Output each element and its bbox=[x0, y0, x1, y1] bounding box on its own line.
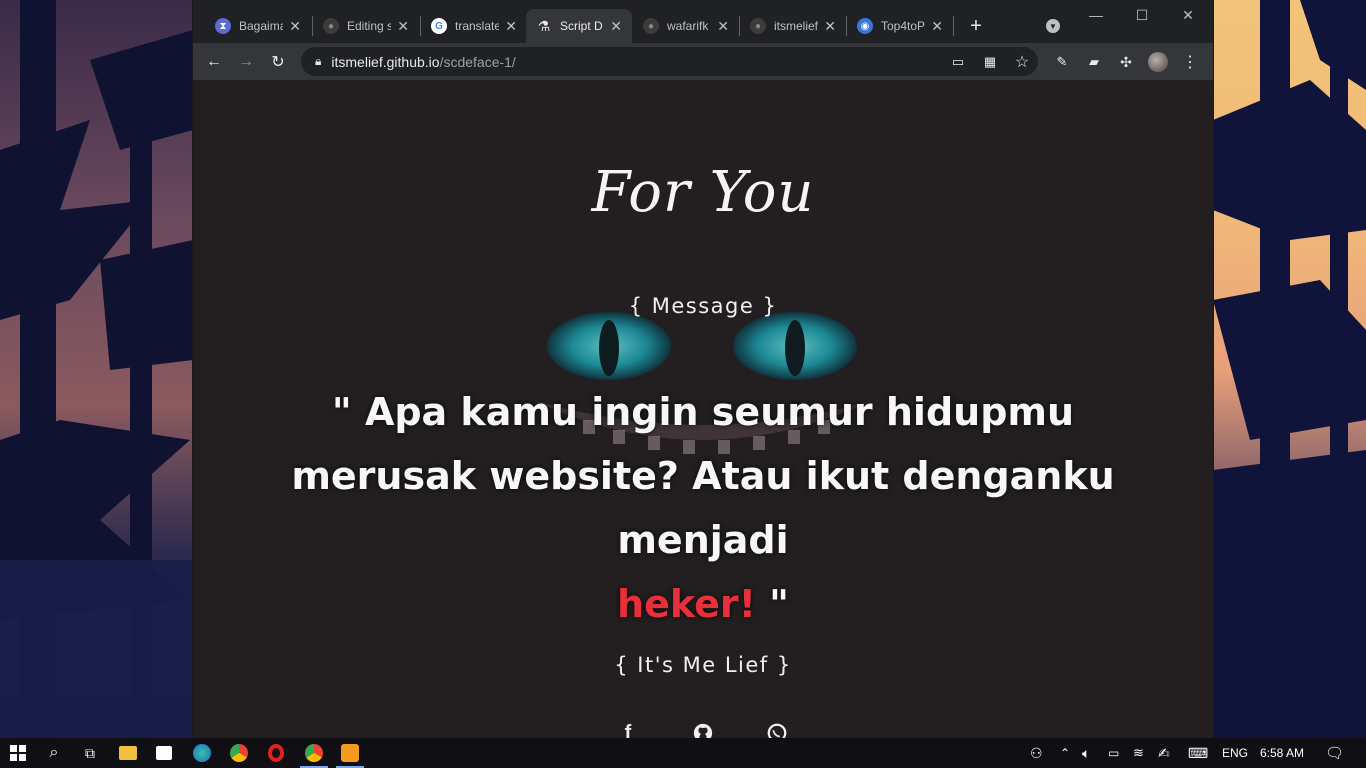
volume-icon[interactable]: 🔈︎ bbox=[1082, 738, 1090, 768]
signature-label: { It's Me Lief } bbox=[614, 653, 792, 677]
avatar[interactable] bbox=[1145, 49, 1171, 75]
edge-icon[interactable] bbox=[184, 738, 220, 768]
wifi-icon[interactable]: ≋ bbox=[1133, 738, 1144, 768]
tab-5[interactable]: ● itsmelief ✕ bbox=[740, 9, 846, 43]
chrome-icon[interactable] bbox=[221, 738, 257, 768]
tab-2[interactable]: G translate ✕ bbox=[421, 9, 527, 43]
close-icon[interactable]: ✕ bbox=[717, 18, 729, 35]
close-icon[interactable]: ✕ bbox=[397, 18, 409, 35]
script-icon: ⚗ bbox=[537, 17, 551, 34]
github-icon: ● bbox=[750, 18, 766, 34]
maximize-button[interactable]: ☐ bbox=[1119, 0, 1165, 30]
task-view-icon[interactable]: ⧉ bbox=[72, 738, 108, 768]
close-icon[interactable]: ✕ bbox=[824, 18, 836, 35]
tab-title: Top4toP bbox=[881, 19, 926, 33]
qr-code-icon[interactable]: ▦ bbox=[977, 49, 1003, 75]
tab-title: translate bbox=[455, 19, 500, 33]
minimize-button[interactable]: — bbox=[1073, 0, 1119, 30]
close-icon[interactable]: ✕ bbox=[931, 18, 943, 35]
windows-taskbar: ⌕ ⧉ ⚇ ⌃ 🔈︎ ▭ ≋ ✍︎ ⌨︎ ENG 6:58 AM 🗨︎ bbox=[0, 738, 1366, 768]
battery-icon[interactable]: ▭ bbox=[1108, 738, 1119, 768]
chevron-up-icon[interactable]: ⌃ bbox=[1060, 738, 1070, 768]
pen-icon[interactable]: ✍︎ bbox=[1158, 738, 1170, 768]
chevron-down-icon: ▼ bbox=[1046, 19, 1060, 33]
tab-strip: ⧗ Bagaima ✕ ● Editing s ✕ G translate ✕ … bbox=[193, 0, 1213, 43]
page-title: For You bbox=[591, 160, 815, 225]
sublime-text-icon[interactable] bbox=[332, 738, 368, 768]
more-menu-icon[interactable]: ⋮ bbox=[1177, 49, 1203, 75]
quote-highlight: heker! bbox=[617, 582, 756, 626]
puzzle-icon[interactable]: ✣ bbox=[1113, 49, 1139, 75]
back-arrow-icon[interactable]: ← bbox=[201, 49, 227, 75]
forward-arrow-icon[interactable]: → bbox=[233, 49, 259, 75]
lock-icon: 🔒︎ bbox=[315, 54, 322, 68]
tab-0[interactable]: ⧗ Bagaima ✕ bbox=[205, 9, 311, 43]
eyedropper-icon[interactable]: ✎ bbox=[1049, 49, 1075, 75]
tab-title: wafarifk bbox=[667, 19, 709, 33]
github-icon: ● bbox=[643, 18, 659, 34]
close-icon[interactable]: ✕ bbox=[610, 18, 622, 35]
search-icon[interactable]: ⌕ bbox=[36, 738, 72, 768]
google-icon: G bbox=[431, 18, 447, 34]
tab-search-button[interactable]: ▼ bbox=[1041, 9, 1065, 43]
file-explorer-icon[interactable] bbox=[110, 738, 146, 768]
star-icon[interactable]: ☆ bbox=[1009, 49, 1035, 75]
github-icon: ● bbox=[323, 18, 339, 34]
quote-close: " bbox=[755, 582, 789, 626]
tab-title: itsmelief bbox=[774, 19, 819, 33]
language-indicator[interactable]: ENG bbox=[1222, 738, 1248, 768]
cast-icon[interactable]: ▭ bbox=[945, 49, 971, 75]
message-label: { Message } bbox=[628, 294, 778, 318]
people-icon[interactable]: ⚇ bbox=[1030, 738, 1043, 768]
notification-icon[interactable]: 🗨︎ bbox=[1325, 738, 1344, 768]
opera-icon[interactable] bbox=[258, 738, 294, 768]
keyboard-icon[interactable]: ⌨︎ bbox=[1188, 738, 1208, 768]
tab-3-active[interactable]: ⚗ Script D ✕ bbox=[526, 9, 632, 43]
quote-text: " Apa kamu ingin seumur hidupmu merusak … bbox=[283, 380, 1123, 636]
browser-toolbar: ← → ↻ 🔒︎ itsmelief.github.io/scdeface-1/… bbox=[193, 43, 1213, 80]
reload-icon[interactable]: ↻ bbox=[265, 49, 291, 75]
close-icon[interactable]: ✕ bbox=[505, 18, 517, 35]
tab-6[interactable]: ◉ Top4toP ✕ bbox=[847, 9, 953, 43]
store-icon[interactable] bbox=[146, 738, 182, 768]
globe-icon: ◉ bbox=[857, 18, 873, 34]
tab-title: Editing s bbox=[347, 19, 392, 33]
address-bar[interactable]: 🔒︎ itsmelief.github.io/scdeface-1/ bbox=[301, 47, 1038, 76]
tab-title: Script D bbox=[560, 19, 603, 33]
close-window-button[interactable]: ✕ bbox=[1165, 0, 1211, 30]
tab-1[interactable]: ● Editing s ✕ bbox=[313, 9, 419, 43]
clock[interactable]: 6:58 AM bbox=[1260, 738, 1304, 768]
facebook-icon[interactable]: f bbox=[616, 722, 640, 738]
close-icon[interactable]: ✕ bbox=[289, 18, 301, 35]
whatsapp-icon[interactable] bbox=[765, 722, 789, 738]
browser-window: ⧗ Bagaima ✕ ● Editing s ✕ G translate ✕ … bbox=[193, 0, 1213, 738]
tab-4[interactable]: ● wafarifk ✕ bbox=[633, 9, 739, 43]
tab-title: Bagaima bbox=[239, 19, 284, 33]
url-path: /scdeface-1/ bbox=[439, 53, 516, 70]
new-tab-button[interactable]: + bbox=[961, 9, 991, 43]
url-host: itsmelief.github.io bbox=[331, 53, 440, 70]
extension-car-icon[interactable]: ▰ bbox=[1081, 49, 1107, 75]
quote-body: " Apa kamu ingin seumur hidupmu merusak … bbox=[291, 390, 1115, 562]
chrome-open-icon[interactable] bbox=[296, 738, 332, 768]
tab-favicon-icon: ⧗ bbox=[215, 18, 231, 34]
github-icon[interactable] bbox=[691, 722, 715, 738]
windows-start-icon[interactable] bbox=[0, 738, 36, 768]
page-content: For You { Message } " Apa kamu ingin seu… bbox=[193, 80, 1213, 738]
tab-separator bbox=[953, 16, 954, 36]
